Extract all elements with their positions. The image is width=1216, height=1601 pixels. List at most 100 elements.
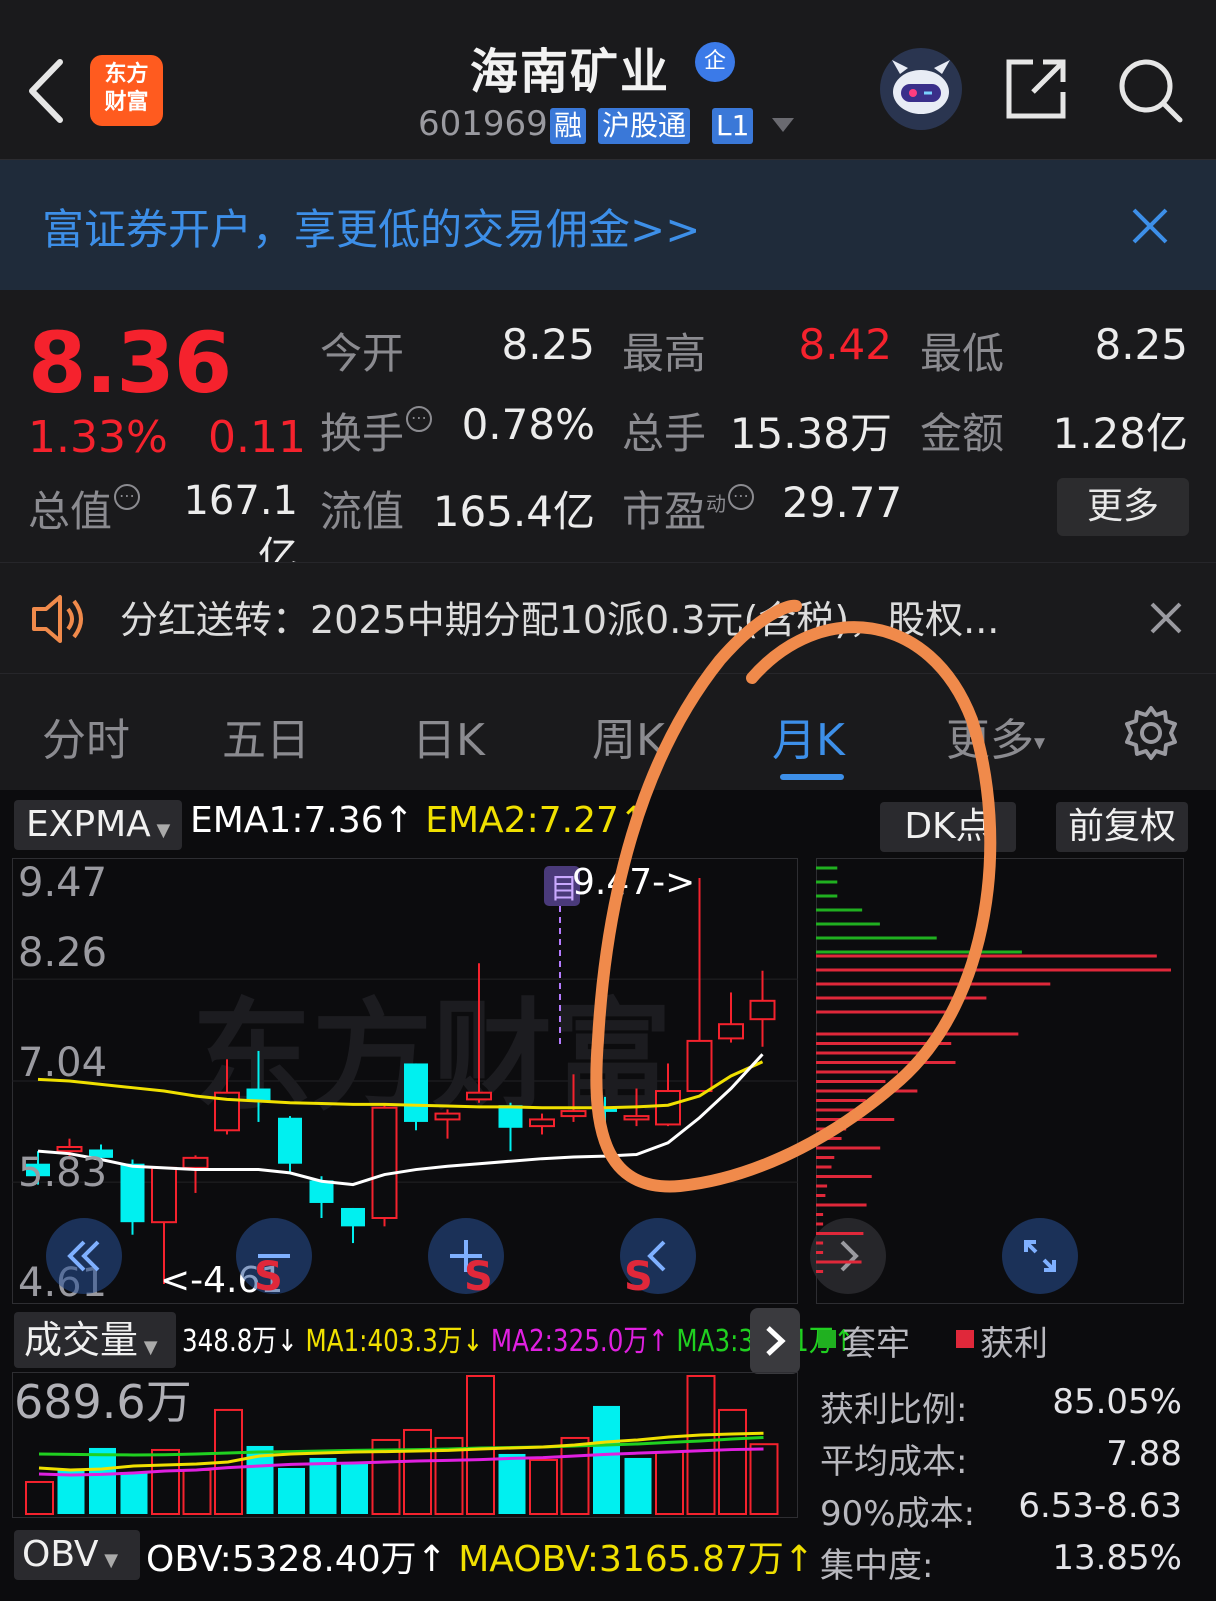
sell-signal: S (464, 1254, 493, 1300)
turnover-label: 换手 ⋯ (320, 400, 433, 461)
adjust-button[interactable]: 前复权 (1056, 802, 1188, 852)
volume-bar (686, 1375, 716, 1515)
chevron-down-icon: ▼ (98, 1550, 119, 1571)
turnover-label-text: 换手 (320, 409, 405, 458)
candle-body (623, 1115, 650, 1121)
amount-label: 金额 (920, 409, 1005, 458)
tab-weekly-k[interactable]: 周K (592, 704, 665, 768)
volume-bar (89, 1447, 116, 1514)
stock-code: 601969 (418, 104, 548, 144)
high-label: 最高 (622, 329, 707, 378)
market-cap-label-text: 总值 (28, 487, 113, 536)
connect-tag: 沪股通 (598, 108, 691, 144)
candle-body (749, 999, 776, 1021)
last-price: 8.36 (28, 314, 232, 412)
volume-bar (655, 1450, 684, 1515)
close-icon[interactable] (1148, 600, 1184, 636)
volume-bar (25, 1480, 54, 1515)
pe-label: 市盈动 ⋯ (622, 478, 755, 539)
chevron-down-icon[interactable] (772, 118, 794, 132)
notice-text[interactable]: 分红送转：2025中期分配10派0.3元(含税)，股权... (120, 589, 999, 644)
tab-intraday[interactable]: 分时 (42, 704, 130, 768)
info-icon[interactable]: ⋯ (114, 484, 141, 510)
profit-legend: 获利 (980, 1324, 1048, 1364)
change-percent: 1.33% (28, 412, 168, 463)
trapped-legend: 套牢 (842, 1324, 910, 1364)
y-label-3: 7.04 (18, 1040, 108, 1086)
candle-body (718, 1023, 744, 1040)
rewind-button[interactable] (46, 1218, 122, 1294)
average-cost-value: 7.88 (1106, 1434, 1182, 1474)
ema-values: EMA1:7.36↑ EMA2:7.27↑ (190, 800, 649, 841)
candle-body (309, 1180, 334, 1203)
concentration-label: 集中度: (820, 1546, 934, 1586)
sell-signal: S (624, 1254, 653, 1300)
candle-body (182, 1156, 209, 1169)
search-icon[interactable] (1116, 56, 1186, 126)
cost-90-label: 90%成本: (820, 1494, 976, 1534)
tab-more[interactable]: 更多▾ (946, 704, 1045, 768)
candle-body (655, 1090, 681, 1126)
volume-bar (57, 1469, 85, 1514)
sell-signal: S (254, 1254, 283, 1300)
back-arrow-icon[interactable] (22, 56, 72, 126)
volume-bar (182, 1468, 212, 1515)
low-label: 最低 (920, 329, 1005, 378)
dividend-notice[interactable]: 分红送转：2025中期分配10派0.3元(含税)，股权... (0, 562, 1216, 674)
market-cap-label: 总值 ⋯ (28, 478, 141, 539)
promo-text[interactable]: 富证券开户，享更低的交易佣金>> (42, 196, 700, 257)
gear-icon[interactable] (1122, 704, 1180, 762)
chevron-down-icon: ▾ (1034, 730, 1046, 756)
close-icon[interactable] (1130, 206, 1170, 246)
obv-selector[interactable]: OBV ▼ (14, 1530, 140, 1580)
candle-body (278, 1117, 302, 1164)
candle-body (560, 1110, 587, 1118)
tab-monthly-k[interactable]: 月K (772, 704, 845, 768)
volume-bar (718, 1408, 747, 1515)
logo-line-2: 财富 (104, 90, 149, 115)
volume-bar (560, 1436, 590, 1515)
candle-body (151, 1166, 177, 1224)
obv-value: OBV:5328.40万↑ (146, 1539, 447, 1580)
tab-five-day[interactable]: 五日 (222, 704, 310, 768)
candle-body (466, 1091, 492, 1101)
tab-daily-k[interactable]: 日K (412, 704, 485, 768)
volume-ma2-line (38, 1447, 764, 1477)
profit-legend-swatch (956, 1330, 974, 1348)
more-button[interactable]: 更多 (1057, 478, 1189, 536)
dk-point-button[interactable]: DK点 (880, 802, 1016, 852)
volume-indicator-name: 成交量 (24, 1318, 139, 1362)
period-tabs: 分时 五日 日K 周K 月K 更多▾ (0, 674, 1216, 790)
volume-ma1: MA1:403.3万↓ (305, 1324, 484, 1359)
promo-banner[interactable]: 富证券开户，享更低的交易佣金>> (0, 160, 1216, 290)
pe-value: 29.77 (782, 478, 903, 527)
concentration-value: 13.85% (1052, 1538, 1182, 1578)
cost-90-value: 6.53-8.63 (1018, 1486, 1182, 1526)
profit-ratio-label: 获利比例: (820, 1390, 968, 1430)
volume-bar (466, 1375, 495, 1515)
float-cap-value: 165.4亿 (432, 487, 595, 536)
y-label-max: 9.47 (18, 860, 108, 906)
change-amount: 0.11 (208, 412, 306, 463)
volume-bar (593, 1405, 620, 1514)
app-logo[interactable]: 东方 财富 (90, 55, 163, 126)
volume-bar (498, 1453, 526, 1514)
chip-distribution-chart[interactable] (816, 858, 1184, 1304)
share-icon[interactable] (1003, 56, 1069, 122)
next-indicator-button[interactable] (750, 1308, 800, 1374)
high-value: 8.42 (798, 320, 892, 369)
info-icon[interactable]: ⋯ (728, 484, 755, 510)
profit-ratio-value: 85.05% (1052, 1382, 1182, 1422)
stock-name: 海南矿业 (470, 44, 671, 100)
volume-label: 总手 (622, 409, 707, 458)
obv-indicator-name: OBV (22, 1534, 99, 1575)
volume-bar (341, 1463, 368, 1514)
indicator-selector[interactable]: EXPMA ▼ (14, 800, 182, 850)
volume-selector[interactable]: 成交量 ▼ (14, 1312, 176, 1368)
maobv-value: MAOBV:3165.87万↑ (458, 1539, 815, 1580)
info-icon[interactable]: ⋯ (406, 406, 433, 432)
candle-body (120, 1163, 145, 1223)
robot-assistant-icon[interactable] (880, 48, 962, 130)
app-header: 东方 财富 海南矿业 企 601969 融 沪股通 L1 (0, 0, 1216, 160)
volume-bar (151, 1448, 180, 1515)
